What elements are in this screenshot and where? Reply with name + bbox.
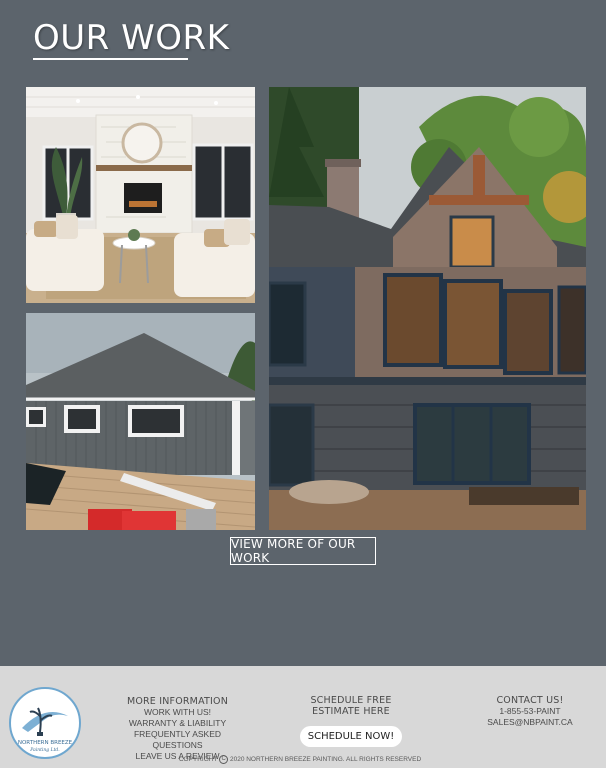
page-title: OUR WORK [33,18,230,58]
boathouse-photo[interactable] [26,313,255,530]
copyright-icon: C [219,755,229,764]
title-underline [33,58,188,60]
copyright-notice: COPYRIGHT C 2020 NORTHERN BREEZE PAINTIN… [150,755,450,764]
faq-link[interactable]: FREQUENTLY ASKED QUESTIONS [110,729,245,751]
copyright-prefix: COPYRIGHT [178,756,218,764]
living-room-photo[interactable] [26,87,255,303]
northern-breeze-logo[interactable]: NORTHERN BREEZE Painting Ltd. [8,686,82,760]
contact-heading: CONTACT US! [496,695,564,706]
warranty-liability-link[interactable]: WARRANTY & LIABILITY [110,718,245,729]
schedule-section: SCHEDULE FREE ESTIMATE HERE SCHEDULE NOW… [285,695,417,747]
house-exterior-photo[interactable] [269,87,586,530]
more-information-section: MORE INFORMATION WORK WITH US! WARRANTY … [110,696,245,762]
more-information-heading: MORE INFORMATION [126,696,229,707]
schedule-heading: SCHEDULE FREE ESTIMATE HERE [310,695,392,717]
contact-section: CONTACT US! 1-855-53-PAINT SALES@NBPAINT… [480,695,580,728]
schedule-now-button[interactable]: SCHEDULE NOW! [299,726,403,747]
work-with-us-link[interactable]: WORK WITH US! [110,707,245,718]
logo-text: NORTHERN BREEZE [18,740,73,746]
view-more-button[interactable]: VIEW MORE OF OUR WORK [230,537,376,565]
phone-number[interactable]: 1-855-53-PAINT [480,706,580,717]
copyright-text: 2020 NORTHERN BREEZE PAINTING. ALL RIGHT… [229,756,422,764]
logo-subtext: Painting Ltd. [29,747,60,753]
email-address[interactable]: SALES@NBPAINT.CA [480,717,580,728]
